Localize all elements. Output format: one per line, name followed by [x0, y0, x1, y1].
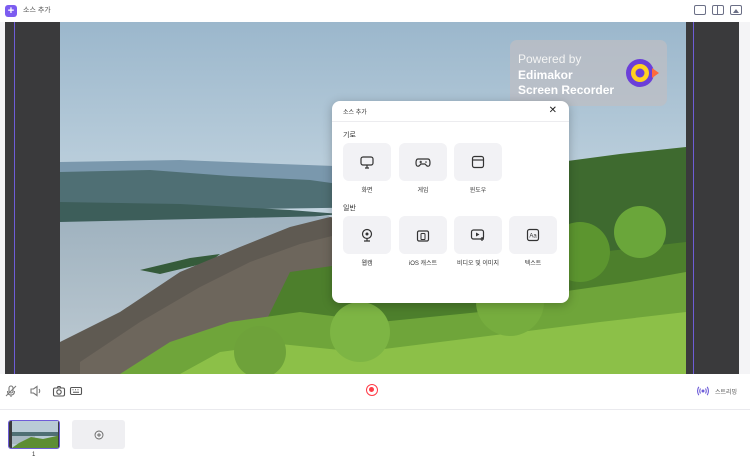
source-tile-screen[interactable] — [343, 143, 391, 181]
source-label-window: 윈도우 — [469, 188, 487, 194]
source-tile-window[interactable] — [454, 143, 502, 181]
mic-icon[interactable] — [4, 384, 18, 398]
record-icon[interactable] — [366, 384, 378, 396]
text-icon: Aa — [526, 228, 540, 242]
scene-thumbnail[interactable] — [8, 420, 60, 449]
media-icon — [470, 229, 485, 241]
dialog-title: 소스 추가 — [343, 110, 367, 116]
add-scene-icon — [94, 430, 103, 439]
source-label-text: 텍스트 — [524, 261, 542, 267]
broadcast-icon[interactable] — [696, 384, 710, 398]
layout-split-icon[interactable] — [712, 5, 724, 15]
keyboard-icon[interactable] — [69, 384, 83, 398]
speaker-icon[interactable] — [29, 384, 43, 398]
window-icon — [471, 155, 485, 169]
stream-label[interactable]: 스트리밍 — [715, 387, 737, 396]
scene-thumbnail-image — [9, 421, 59, 448]
source-tile-media[interactable] — [454, 216, 502, 254]
close-icon[interactable]: ✕ — [549, 105, 557, 116]
camera-icon[interactable] — [52, 384, 66, 398]
plus-icon[interactable]: + — [5, 5, 17, 17]
section-label-general: 일반 — [343, 205, 356, 212]
source-tile-game[interactable] — [399, 143, 447, 181]
source-tile-webcam[interactable] — [343, 216, 391, 254]
source-label-screen: 화면 — [361, 188, 373, 194]
webcam-icon — [361, 228, 373, 242]
watermark: Powered by Edimakor Screen Recorder — [510, 40, 667, 106]
right-guide-line — [693, 22, 694, 374]
section-label-capture: 기로 — [343, 132, 356, 139]
watermark-powered-text: Powered by — [518, 52, 582, 66]
top-bar: + 소스 추가 — [0, 0, 750, 22]
svg-text:Aa: Aa — [529, 234, 537, 240]
source-label-media: 비디오 및 이미지 — [457, 261, 499, 267]
watermark-brand: Edimakor Screen Recorder — [518, 68, 614, 98]
source-label-game: 게임 — [417, 188, 429, 194]
add-scene-button[interactable] — [72, 420, 125, 449]
layout-single-icon[interactable] — [694, 5, 706, 15]
watermark-brand-line2: Screen Recorder — [518, 83, 615, 97]
phone-cast-icon — [416, 230, 430, 242]
watermark-brand-line1: Edimakor — [518, 68, 573, 82]
edimakor-logo-icon — [626, 59, 659, 87]
left-guide-line — [14, 22, 15, 374]
top-bar-title: 소스 추가 — [23, 7, 51, 14]
scene-number: 1 — [32, 452, 36, 458]
source-label-ios-cast: iOS 캐스트 — [408, 261, 438, 267]
add-source-dialog: 소스 추가 ✕ 기로 화면 게임 윈도우 일반 웹캠 iOS 캐스트 비디오 및… — [332, 101, 569, 303]
dialog-divider — [332, 121, 569, 122]
source-tile-text[interactable]: Aa — [509, 216, 557, 254]
source-label-webcam: 웹캠 — [361, 261, 373, 267]
layout-toolbar — [694, 5, 742, 15]
source-tile-ios-cast[interactable] — [399, 216, 447, 254]
monitor-icon — [360, 156, 374, 169]
gamepad-icon — [415, 158, 431, 167]
image-icon[interactable] — [730, 5, 742, 15]
